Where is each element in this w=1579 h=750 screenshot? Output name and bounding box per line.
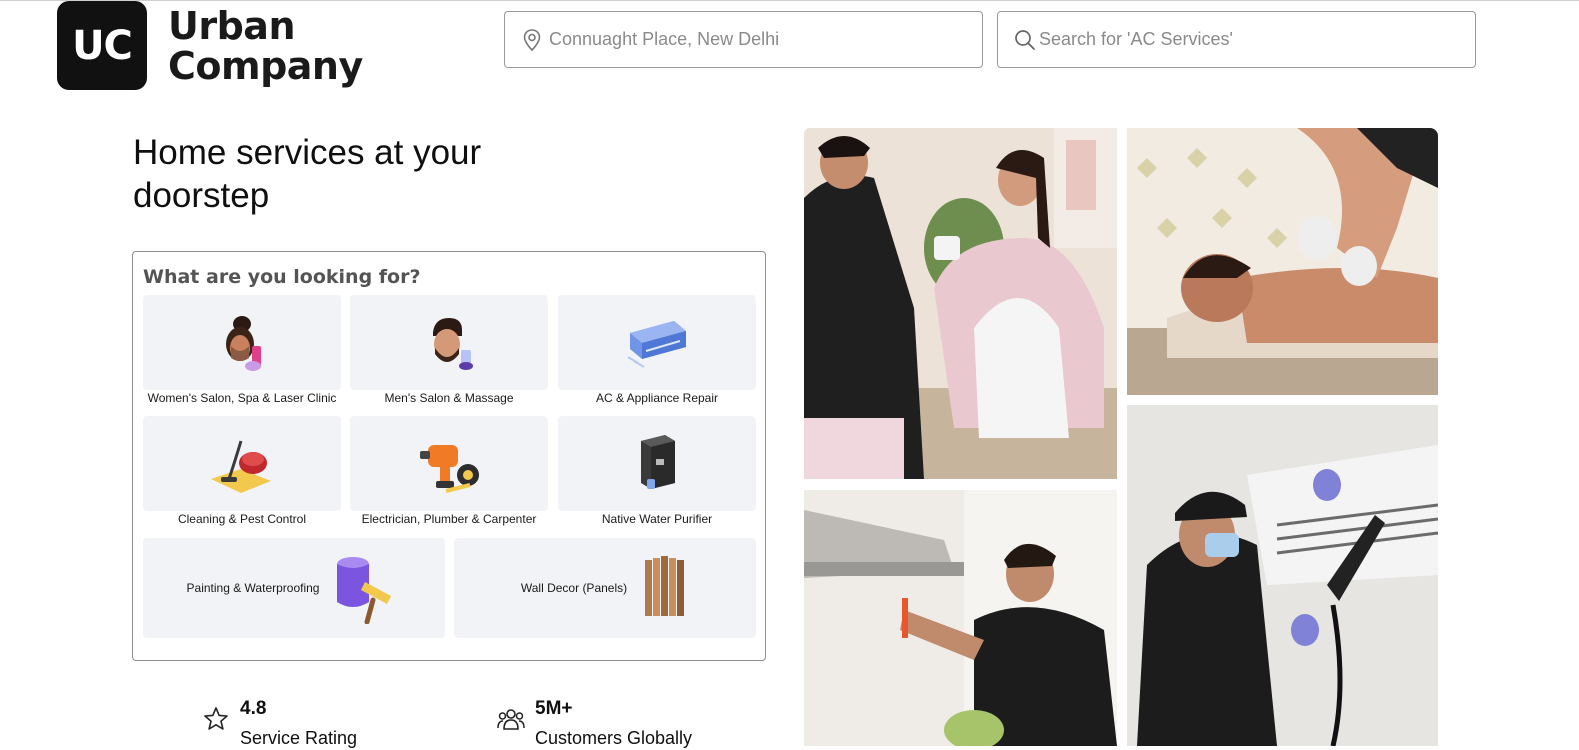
logo-wordmark: Urban Company bbox=[168, 6, 363, 86]
service-tile-mens-salon[interactable] bbox=[350, 295, 548, 390]
stat-service-rating: 4.8 Service Rating bbox=[203, 698, 357, 750]
service-tile-womens-salon[interactable] bbox=[143, 295, 341, 390]
stat-customers-value: 5M+ bbox=[535, 698, 573, 719]
service-category-panel: What are you looking for? Women's Salon,… bbox=[132, 251, 766, 661]
service-tile-water-purifier[interactable] bbox=[558, 416, 756, 511]
search-icon bbox=[1015, 29, 1035, 50]
woman-facial-icon bbox=[226, 315, 261, 371]
service-tile-wall-decor[interactable]: Wall Decor (Panels) bbox=[454, 538, 756, 638]
stat-rating-label: Service Rating bbox=[240, 728, 358, 748]
hero-photo-electrician bbox=[804, 490, 1117, 746]
location-placeholder: Connuaght Place, New Delhi bbox=[549, 29, 780, 49]
location-pin-icon bbox=[523, 28, 541, 51]
service-label-ac-repair: AC & Appliance Repair bbox=[595, 391, 719, 405]
urban-company-logo[interactable]: UC Urban Company bbox=[57, 1, 363, 90]
logo-mark: UC bbox=[57, 1, 147, 90]
logo-line-2: Company bbox=[168, 43, 363, 88]
air-conditioner-icon bbox=[627, 320, 686, 368]
man-grooming-icon bbox=[433, 317, 473, 370]
service-label-electrician: Electrician, Plumber & Carpenter bbox=[361, 512, 537, 526]
search-placeholder: Search for 'AC Services' bbox=[1039, 29, 1233, 49]
service-tile-painting[interactable]: Painting & Waterproofing bbox=[143, 538, 445, 638]
service-label-mens-salon: Men's Salon & Massage bbox=[384, 391, 514, 405]
drill-tool-icon bbox=[420, 444, 479, 493]
paint-bucket-roller-icon bbox=[337, 557, 392, 624]
service-tile-ac-repair[interactable] bbox=[558, 295, 756, 390]
vacuum-cleaner-icon bbox=[211, 440, 271, 493]
page-title: Home services at your doorstep bbox=[133, 133, 482, 215]
service-label-womens-salon: Women's Salon, Spa & Laser Clinic bbox=[147, 391, 337, 405]
logo-line-1: Urban bbox=[168, 3, 295, 48]
stat-rating-value: 4.8 bbox=[240, 698, 267, 719]
panel-title: What are you looking for? bbox=[143, 266, 421, 288]
service-tile-electrician[interactable] bbox=[350, 416, 548, 511]
service-label-cleaning: Cleaning & Pest Control bbox=[177, 512, 307, 526]
star-icon bbox=[204, 707, 228, 730]
service-search-input[interactable]: Search for 'AC Services' bbox=[997, 11, 1476, 68]
location-input[interactable]: Connuaght Place, New Delhi bbox=[504, 11, 983, 68]
service-label-water-purifier: Native Water Purifier bbox=[601, 512, 713, 526]
water-purifier-icon bbox=[641, 434, 675, 489]
stat-customers: 5M+ Customers Globally bbox=[497, 698, 692, 750]
service-tile-cleaning[interactable] bbox=[143, 416, 341, 511]
service-label-wall-decor: Wall Decor (Panels) bbox=[520, 581, 628, 595]
people-icon bbox=[497, 709, 525, 730]
wood-panel-icon bbox=[645, 556, 685, 616]
stat-customers-label: Customers Globally bbox=[535, 728, 693, 748]
hero-photo-ac-service bbox=[1127, 405, 1438, 746]
hero-photo-salon-treatment bbox=[804, 128, 1117, 479]
service-label-painting: Painting & Waterproofing bbox=[186, 581, 320, 595]
hero-photo-massage bbox=[1127, 128, 1438, 395]
